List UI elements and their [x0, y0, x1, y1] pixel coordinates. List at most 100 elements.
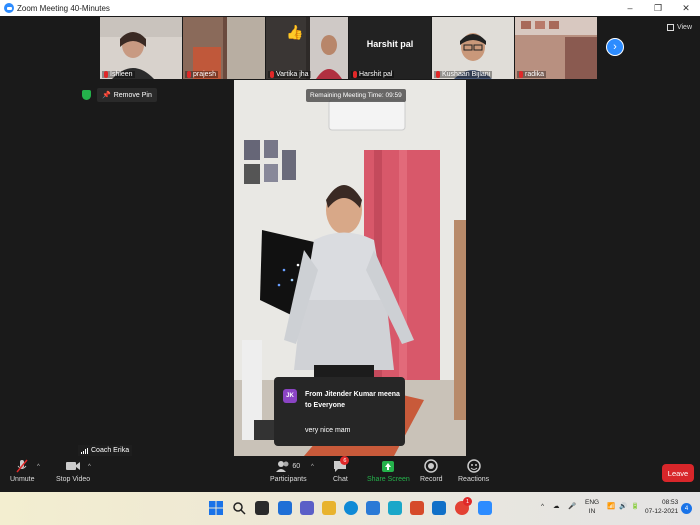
share-screen-label: Share Screen: [367, 476, 410, 483]
region-code: IN: [588, 508, 596, 515]
store-icon[interactable]: [366, 501, 380, 515]
emoji-icon: [466, 459, 481, 473]
grid-view-icon: [666, 24, 674, 31]
participant-name-tag: prajesh: [185, 71, 218, 78]
language-code: ENG: [585, 499, 600, 506]
audio-options-caret[interactable]: ^: [37, 464, 40, 470]
next-page-button[interactable]: ›: [606, 38, 624, 56]
stop-video-label: Stop Video: [56, 476, 91, 483]
office-icon[interactable]: [410, 501, 424, 515]
record-label: Record: [420, 476, 443, 483]
participant-tile[interactable]: 👍 Vartika jha: [266, 17, 348, 79]
active-speaker-label: Coach Erika: [78, 445, 133, 456]
clock-time: 08:53: [661, 499, 679, 506]
unmute-button[interactable]: Unmute: [10, 459, 35, 483]
chat-label: Chat: [333, 476, 348, 483]
chevron-right-icon: ›: [613, 41, 617, 53]
chrome-icon[interactable]: 1: [455, 497, 472, 515]
microphone-icon[interactable]: 🎤: [568, 502, 576, 510]
language-indicator[interactable]: ENG IN: [585, 498, 599, 516]
record-button[interactable]: Record: [420, 459, 443, 483]
window-title: Zoom Meeting 40-Minutes: [17, 3, 110, 13]
video-camera-icon: [65, 459, 81, 473]
remove-pin-button[interactable]: 📌 Remove Pin: [97, 88, 157, 102]
wifi-icon[interactable]: 📶: [607, 502, 615, 510]
participant-tile[interactable]: Kushaan Bijlani: [432, 17, 514, 79]
file-explorer-icon[interactable]: [322, 501, 336, 515]
participant-video: [515, 17, 597, 79]
windows-start-icon[interactable]: [209, 501, 223, 515]
participant-video: [100, 17, 182, 79]
notification-count[interactable]: 4: [681, 503, 692, 514]
mail-icon[interactable]: [432, 501, 446, 515]
video-options-caret[interactable]: ^: [88, 464, 91, 470]
stop-video-button[interactable]: Stop Video: [56, 459, 90, 483]
participant-name: prajesh: [193, 71, 216, 78]
chat-notification[interactable]: JK From Jitender Kumar meena to Everyone…: [274, 377, 405, 446]
participant-video: [183, 17, 265, 79]
participant-tile[interactable]: Ishleen: [100, 17, 182, 79]
muted-microphone-icon: [15, 459, 29, 473]
participants-button[interactable]: 60 Participants: [270, 459, 307, 483]
widgets-icon[interactable]: [278, 501, 292, 515]
muted-mic-icon: [270, 71, 274, 78]
close-window-button[interactable]: ✕: [672, 0, 700, 16]
participant-tile[interactable]: prajesh: [183, 17, 265, 79]
zoom-logo-icon: [4, 3, 14, 13]
participants-options-caret[interactable]: ^: [311, 464, 314, 470]
svg-text:👍: 👍: [286, 24, 303, 41]
participants-count: 60: [292, 462, 301, 470]
reactions-label: Reactions: [458, 476, 490, 483]
clock-date: 07-12-2021: [645, 508, 679, 515]
restore-button[interactable]: ❐: [644, 0, 672, 16]
security-shield-icon[interactable]: [82, 90, 91, 100]
edge-browser-icon[interactable]: [344, 501, 358, 515]
unmute-label: Unmute: [10, 476, 35, 483]
participant-name: Ishleen: [110, 71, 133, 78]
task-view-icon[interactable]: [255, 501, 269, 515]
participant-name-tag: Kushaan Bijlani: [434, 71, 493, 78]
participant-name-tag: radika: [517, 71, 547, 78]
sender-avatar: JK: [283, 389, 297, 403]
chat-button[interactable]: 6 Chat: [333, 456, 350, 483]
muted-mic-icon: [436, 71, 440, 78]
volume-icon[interactable]: 🔊: [619, 502, 627, 510]
meeting-toolbar: Unmute ^ Stop Video ^ 60 Participants ^ …: [0, 456, 700, 492]
battery-icon[interactable]: 🔋: [631, 502, 639, 510]
participant-tile[interactable]: Harshit pal Harshit pal: [349, 17, 431, 79]
chat-message: very nice mam: [305, 427, 351, 434]
participant-name: Kushaan Bijlani: [442, 71, 491, 78]
remaining-time-text: Remaining Meeting Time: 09:59: [310, 92, 402, 99]
zoom-taskbar-icon[interactable]: [478, 501, 492, 515]
minimize-button[interactable]: –: [616, 0, 644, 16]
active-speaker-name: Coach Erika: [91, 447, 130, 454]
share-screen-button[interactable]: Share Screen: [367, 459, 410, 483]
app-l-icon[interactable]: [388, 501, 402, 515]
muted-mic-icon: [353, 71, 357, 78]
participant-video: [432, 17, 514, 79]
search-icon[interactable]: [232, 501, 246, 515]
reactions-button[interactable]: Reactions: [458, 459, 489, 483]
participant-name-tag: Vartika jha: [268, 71, 311, 78]
teams-chat-icon[interactable]: [300, 501, 314, 515]
window-controls: – ❐ ✕: [616, 0, 700, 16]
participant-name-large: Harshit pal: [366, 39, 414, 49]
participants-label: Participants: [270, 476, 307, 483]
cloud-icon[interactable]: ☁: [553, 502, 560, 510]
participant-tile[interactable]: radika: [515, 17, 597, 79]
meeting-area: Ishleen prajesh 👍 Vartika jha Harshit pa…: [0, 16, 700, 456]
record-icon: [424, 459, 439, 473]
tray-chevron-icon[interactable]: ^: [541, 503, 544, 510]
remove-pin-label: Remove Pin: [113, 91, 152, 99]
muted-mic-icon: [104, 71, 108, 78]
leave-button[interactable]: Leave: [662, 464, 694, 482]
participant-video: 👍: [266, 17, 348, 79]
title-bar: Zoom Meeting 40-Minutes – ❐ ✕: [0, 0, 700, 16]
participant-name: radika: [525, 71, 545, 78]
chat-sender: From Jitender Kumar meena to Everyone: [305, 391, 400, 409]
clock[interactable]: 08:53 07-12-2021: [645, 498, 678, 516]
share-screen-icon: [381, 459, 395, 473]
participant-strip: Ishleen prajesh 👍 Vartika jha Harshit pa…: [100, 17, 597, 79]
chat-unread-badge: 6: [340, 456, 350, 465]
view-button[interactable]: View: [666, 24, 692, 31]
